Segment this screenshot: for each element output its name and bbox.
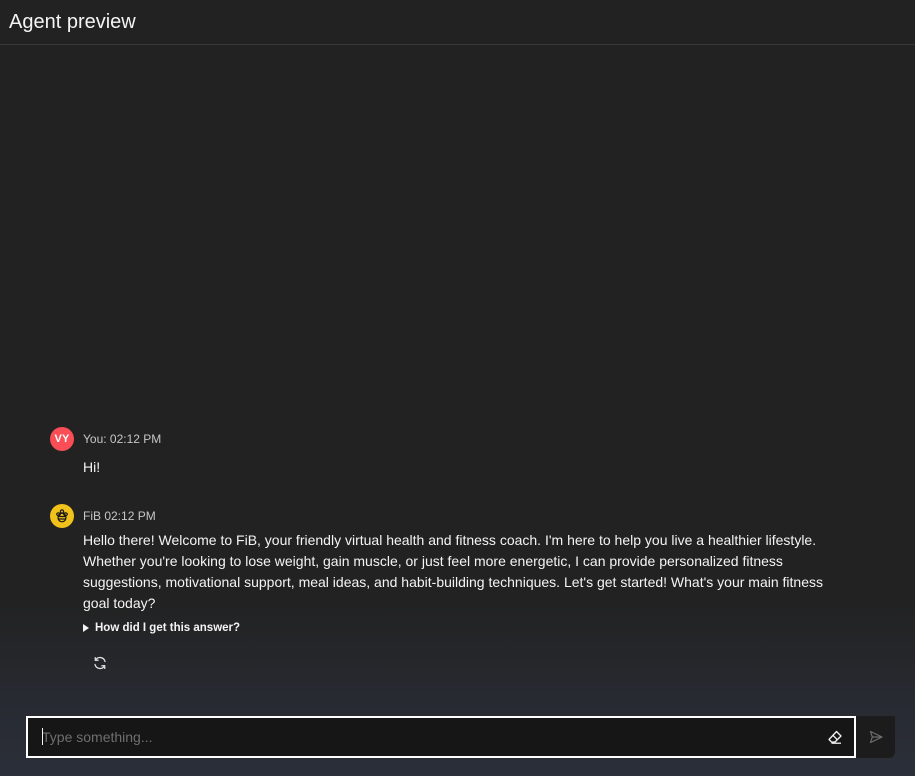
user-avatar: VY (50, 427, 74, 451)
message-text: Hi! (83, 459, 101, 475)
explain-answer-label: How did I get this answer? (95, 622, 241, 634)
send-button[interactable] (856, 716, 895, 758)
chat-input-container (26, 716, 856, 758)
caret-right-icon (83, 624, 89, 632)
explain-answer-toggle[interactable]: How did I get this answer? (83, 622, 240, 634)
clear-input-button[interactable] (826, 728, 844, 746)
regenerate-button[interactable] (91, 654, 109, 672)
message-text: Hello there! Welcome to FiB, your friend… (83, 532, 823, 611)
regenerate-icon (94, 656, 106, 670)
bot-avatar (50, 504, 74, 528)
page-title: Agent preview (9, 11, 136, 33)
text-cursor (42, 728, 43, 745)
send-icon (869, 730, 883, 744)
message-meta: FiB 02:12 PM (83, 509, 156, 523)
chat-input[interactable] (42, 718, 802, 756)
eraser-icon (828, 730, 842, 744)
app-header: Agent preview (0, 0, 915, 45)
message-meta: You: 02:12 PM (83, 432, 162, 446)
avatar-initials: VY (54, 433, 70, 445)
bee-icon (56, 509, 68, 523)
